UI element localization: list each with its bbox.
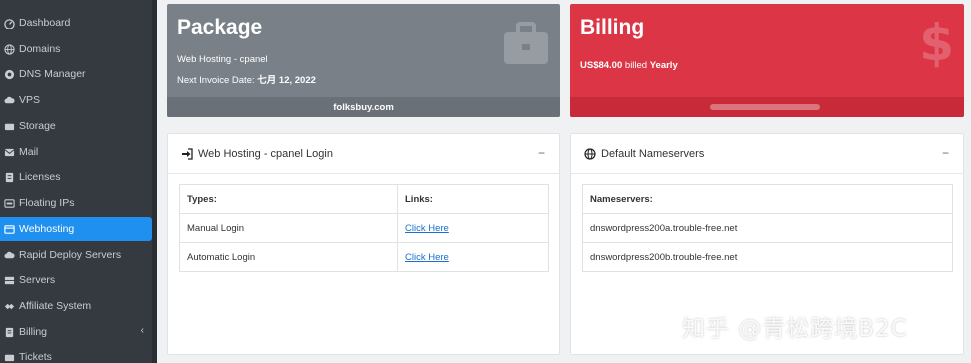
manual-login-link[interactable]: Click Here bbox=[405, 223, 449, 234]
billing-billed-text: billed bbox=[622, 60, 650, 71]
table-row: Manual Login Click Here bbox=[179, 213, 549, 243]
billing-card: Billing US$84.00 billed Yearly $ bbox=[570, 4, 964, 117]
billing-title: Billing bbox=[580, 16, 645, 39]
dollar-icon: $ bbox=[919, 14, 954, 72]
billing-amount: US$84.00 bbox=[580, 60, 623, 71]
sidebar-item-label: DNS Manager bbox=[19, 68, 86, 80]
sidebar-item-mail[interactable]: Mail bbox=[0, 140, 152, 164]
sidebar-item-domains[interactable]: Domains bbox=[0, 37, 152, 61]
login-link-cell: Click Here bbox=[397, 242, 549, 272]
package-card: Package Web Hosting - cpanel Next Invoic… bbox=[167, 4, 560, 117]
ticket-icon bbox=[4, 352, 15, 363]
table-header-row: Nameservers: bbox=[582, 184, 953, 214]
login-table: Types: Links: Manual Login Click Here Au… bbox=[179, 184, 549, 272]
billing-footer[interactable] bbox=[570, 97, 964, 117]
column-header: Links: bbox=[397, 184, 549, 214]
sidebar-item-label: Tickets bbox=[19, 351, 52, 363]
sidebar-item-label: Mail bbox=[19, 146, 39, 158]
sidebar-item-rapid-deploy-servers[interactable]: Rapid Deploy Servers bbox=[0, 243, 152, 267]
nameservers-table: Nameservers: dnswordpress200a.trouble-fr… bbox=[582, 184, 953, 272]
globe-icon bbox=[584, 147, 596, 160]
handshake-icon bbox=[4, 301, 15, 312]
login-type: Automatic Login bbox=[179, 242, 398, 272]
sidebar-item-webhosting[interactable]: Webhosting bbox=[0, 217, 152, 241]
panel-header: Web Hosting - cpanel Login − bbox=[168, 134, 559, 174]
sidebar-item-label: Licenses bbox=[19, 171, 61, 183]
sidebar-item-label: Webhosting bbox=[19, 223, 75, 235]
sidebar-item-label: Storage bbox=[19, 120, 56, 132]
billing-cycle: Yearly bbox=[649, 60, 678, 71]
panel-title: Web Hosting - cpanel Login bbox=[198, 147, 333, 160]
table-header-row: Types: Links: bbox=[179, 184, 549, 214]
package-plan: Web Hosting - cpanel bbox=[177, 54, 268, 65]
floating-ip-icon bbox=[4, 198, 15, 209]
sidebar-item-label: Floating IPs bbox=[19, 197, 75, 209]
sign-in-icon bbox=[181, 147, 193, 160]
sidebar-item-billing[interactable]: Billing ‹ bbox=[0, 320, 152, 344]
briefcase-icon bbox=[502, 22, 550, 69]
table-row: dnswordpress200b.trouble-free.net bbox=[582, 242, 953, 272]
storage-icon bbox=[4, 121, 15, 132]
column-header: Types: bbox=[179, 184, 398, 214]
sidebar-item-label: Servers bbox=[19, 274, 56, 286]
watermark: 知乎 @青松跨境B2C bbox=[682, 316, 908, 342]
nameserver-value: dnswordpress200a.trouble-free.net bbox=[582, 213, 953, 243]
sidebar-item-vps[interactable]: VPS bbox=[0, 88, 152, 112]
sidebar-item-dashboard[interactable]: Dashboard bbox=[0, 11, 152, 35]
login-link-cell: Click Here bbox=[397, 213, 549, 243]
billing-amount-line: US$84.00 billed Yearly bbox=[580, 60, 678, 71]
sidebar-item-label: VPS bbox=[19, 94, 41, 106]
collapse-button[interactable]: − bbox=[538, 146, 545, 160]
column-header: Nameservers: bbox=[582, 184, 953, 214]
sidebar-item-label: Rapid Deploy Servers bbox=[19, 249, 122, 261]
sidebar-item-affiliate-system[interactable]: Affiliate System bbox=[0, 294, 152, 318]
dashboard-icon bbox=[4, 18, 15, 29]
cloud-icon bbox=[4, 250, 15, 261]
next-invoice-label: Next Invoice Date: bbox=[177, 75, 258, 86]
sidebar: Dashboard Domains DNS Manager VPS Storag… bbox=[0, 0, 157, 363]
panel-title: Default Nameservers bbox=[601, 147, 705, 160]
dns-icon bbox=[4, 69, 15, 80]
login-type: Manual Login bbox=[179, 213, 398, 243]
panel-header: Default Nameservers − bbox=[571, 134, 963, 174]
table-row: dnswordpress200a.trouble-free.net bbox=[582, 213, 953, 243]
sidebar-item-label: Billing bbox=[19, 326, 48, 338]
package-domain-footer[interactable]: folksbuy.com bbox=[167, 97, 560, 117]
package-domain[interactable]: folksbuy.com bbox=[333, 102, 394, 113]
sidebar-item-licenses[interactable]: Licenses bbox=[0, 165, 152, 189]
globe-icon bbox=[4, 43, 15, 55]
sidebar-item-label: Dashboard bbox=[19, 17, 71, 29]
billing-footer-link[interactable] bbox=[710, 104, 820, 110]
nameserver-value: dnswordpress200b.trouble-free.net bbox=[582, 242, 953, 272]
billing-icon bbox=[4, 327, 15, 338]
sidebar-item-servers[interactable]: Servers bbox=[0, 268, 152, 292]
next-invoice: Next Invoice Date: 七月 12, 2022 bbox=[177, 72, 316, 86]
cpanel-login-panel: Web Hosting - cpanel Login − Types: Link… bbox=[167, 133, 560, 355]
cloud-icon bbox=[4, 95, 15, 106]
sidebar-edge bbox=[152, 0, 157, 363]
chevron-left-icon[interactable]: ‹ bbox=[141, 325, 144, 336]
automatic-login-link[interactable]: Click Here bbox=[405, 252, 449, 263]
server-icon bbox=[4, 275, 15, 286]
license-icon bbox=[4, 172, 15, 183]
sidebar-item-label: Affiliate System bbox=[19, 300, 92, 312]
mail-icon bbox=[4, 147, 15, 158]
sidebar-item-dns-manager[interactable]: DNS Manager bbox=[0, 62, 152, 86]
package-title: Package bbox=[177, 16, 263, 39]
sidebar-item-storage[interactable]: Storage bbox=[0, 114, 152, 138]
webhosting-icon bbox=[4, 224, 15, 235]
collapse-button[interactable]: − bbox=[942, 146, 949, 160]
next-invoice-date: 七月 12, 2022 bbox=[257, 75, 316, 86]
table-row: Automatic Login Click Here bbox=[179, 242, 549, 272]
sidebar-item-label: Domains bbox=[19, 43, 61, 55]
sidebar-item-floating-ips[interactable]: Floating IPs bbox=[0, 191, 152, 215]
sidebar-item-tickets[interactable]: Tickets bbox=[0, 345, 152, 363]
